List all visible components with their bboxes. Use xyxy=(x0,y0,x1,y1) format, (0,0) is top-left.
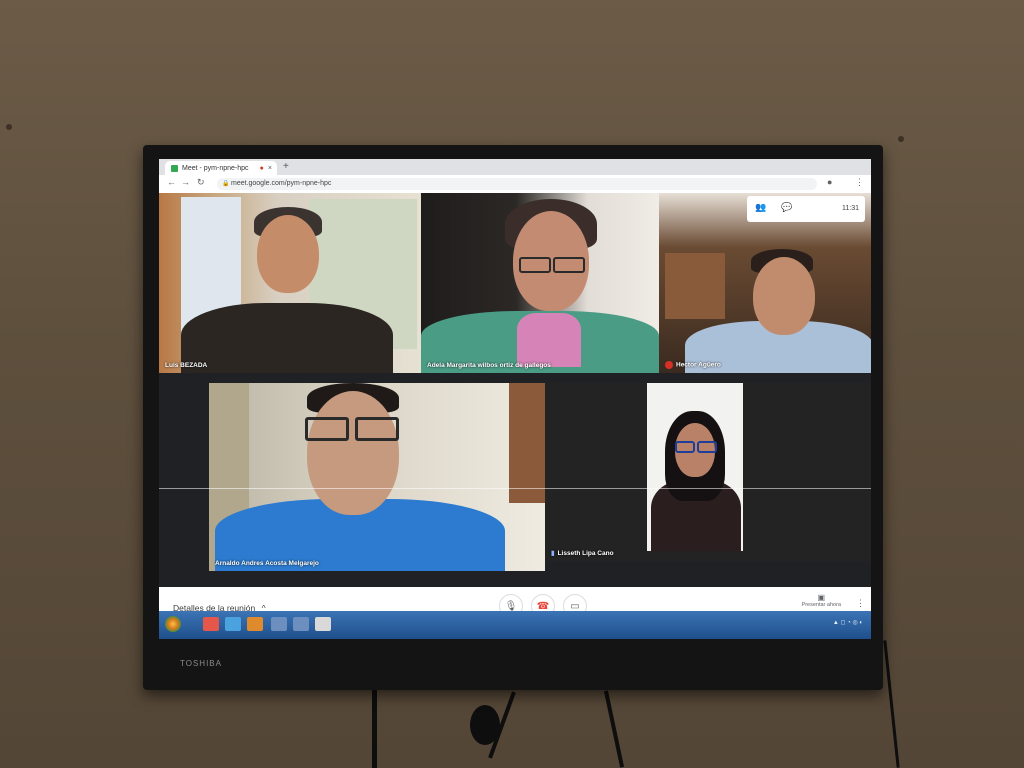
participant-name: Adela Margarita wilbos ortiz de gallegos xyxy=(427,362,551,369)
wall-nail xyxy=(6,124,12,130)
start-button[interactable] xyxy=(165,616,181,632)
browser-menu-icon[interactable]: ⋮ xyxy=(855,177,864,188)
participant-tile[interactable]: Luis BEZADA xyxy=(159,193,421,373)
profile-icon[interactable]: ● xyxy=(827,177,832,187)
tv-screen: Meet - pym-npne-hpc ● × + ← → ↻ 🔒 meet.g… xyxy=(159,159,871,639)
muted-mic-icon xyxy=(665,361,673,369)
forward-icon[interactable]: → xyxy=(181,177,190,187)
participant-name: Hector Agüero xyxy=(665,361,721,369)
app-taskbar-icon[interactable] xyxy=(293,617,309,631)
address-bar: ← → ↻ 🔒 meet.google.com/pym-npne-hpc ● ⋮ xyxy=(159,175,871,194)
tv-cable xyxy=(603,690,625,768)
participant-video xyxy=(421,193,659,373)
chrome-active-taskbar-icon[interactable] xyxy=(315,617,331,631)
speaking-indicator-icon: ▮ xyxy=(551,550,555,557)
browser-tab-bar: Meet - pym-npne-hpc ● × + xyxy=(159,159,871,175)
browser-tab[interactable]: Meet - pym-npne-hpc ● × xyxy=(165,161,277,175)
participant-tile[interactable]: Arnaldo Andres Acosta Melgarejo xyxy=(209,383,545,571)
participant-video xyxy=(647,383,743,551)
tab-title: Meet - pym-npne-hpc xyxy=(182,164,249,172)
participant-name-text: Lisseth Lipa Cano xyxy=(557,550,614,557)
windows-taskbar: ▲ ◻ ◔ ◎ ◐ xyxy=(159,611,871,639)
media-taskbar-icon[interactable] xyxy=(247,617,263,631)
tv-brand-logo: TOSHIBA xyxy=(180,659,222,668)
participant-name: Arnaldo Andres Acosta Melgarejo xyxy=(215,560,319,567)
chrome-taskbar-icon[interactable] xyxy=(203,617,219,631)
present-screen-icon: ▣ xyxy=(817,593,826,602)
camera-icon: ▭ xyxy=(570,600,580,612)
new-tab-button[interactable]: + xyxy=(283,161,289,172)
participant-name: ▮ Lisseth Lipa Cano xyxy=(551,549,614,557)
chat-icon[interactable]: 💬 xyxy=(781,202,792,213)
participant-video xyxy=(159,193,421,373)
tv-monitor: Meet - pym-npne-hpc ● × + ← → ↻ 🔒 meet.g… xyxy=(143,145,883,690)
participant-name: Luis BEZADA xyxy=(165,362,208,369)
participant-tile[interactable]: ▮ Lisseth Lipa Cano xyxy=(545,383,871,561)
microphone-icon: 🎙 xyxy=(504,600,518,612)
participant-tile[interactable]: 👥 💬 11:31 Hector Agüero xyxy=(659,193,871,373)
participant-tile[interactable]: Adela Margarita wilbos ortiz de gallegos xyxy=(421,193,659,373)
tab-close-button[interactable]: × xyxy=(268,165,272,172)
people-icon[interactable]: 👥 xyxy=(755,202,766,213)
participant-name-text: Hector Agüero xyxy=(676,361,721,369)
lock-icon: 🔒 xyxy=(222,181,230,187)
meet-video-grid: Luis BEZADA Adela Margarita wilbos ortiz… xyxy=(159,193,871,623)
url-text: meet.google.com/pym-npne-hpc xyxy=(231,180,332,187)
present-now-button[interactable]: ▣ Presentar ahora xyxy=(802,593,841,608)
present-now-label: Presentar ahora xyxy=(801,602,841,608)
wall-nail xyxy=(898,136,904,142)
screen-glare xyxy=(159,488,871,489)
recording-dot-icon: ● xyxy=(259,164,264,172)
meet-favicon-icon xyxy=(171,164,178,172)
meeting-clock: 11:31 xyxy=(842,205,859,212)
participant-video xyxy=(209,383,545,571)
app-taskbar-icon[interactable] xyxy=(271,617,287,631)
tv-cable xyxy=(372,688,377,768)
system-tray: ▲ ◻ ◔ ◎ ◐ xyxy=(832,620,863,626)
url-field[interactable]: 🔒 meet.google.com/pym-npne-hpc xyxy=(217,178,817,190)
more-options-icon[interactable]: ⋮ xyxy=(856,598,865,609)
tv-cable xyxy=(883,640,900,768)
reload-icon[interactable]: ↻ xyxy=(197,177,205,188)
hang-up-icon: ☎ xyxy=(536,600,550,612)
back-icon[interactable]: ← xyxy=(167,177,176,187)
meet-top-bar: 👥 💬 11:31 xyxy=(747,196,865,222)
explorer-taskbar-icon[interactable] xyxy=(225,617,241,631)
